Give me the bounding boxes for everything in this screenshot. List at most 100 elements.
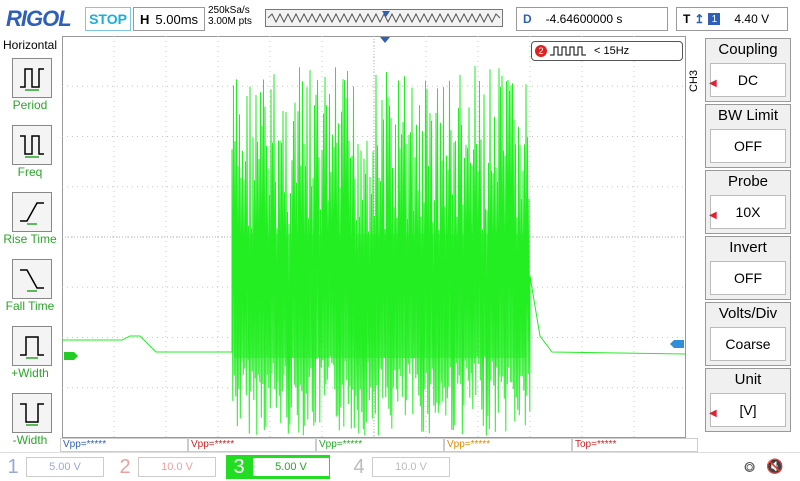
channel-1-number: 1 [7, 455, 19, 478]
unit-title: Unit [734, 371, 762, 388]
trigger-level: 4.40 V [734, 12, 770, 26]
period-label: Period [12, 98, 48, 112]
channel-1-tab[interactable]: 1 5.00 V [0, 455, 104, 479]
bw-limit-value: OFF [710, 129, 786, 163]
status-bar: RIGOL STOP H 5.00ms 250kSa/s 3.00M pts D… [0, 0, 800, 36]
invert-value: OFF [710, 261, 786, 295]
channel-2-number: 2 [119, 455, 131, 478]
measurement-item[interactable]: Top=***** [572, 438, 698, 452]
channel-bar: 1 5.00 V 2 10.0 V 3 5.00 V 4 10.0 V ⭗ 🔇 [0, 452, 800, 481]
fall-time-label: Fall Time [5, 299, 55, 313]
trigger-readout[interactable]: T ↥ 1 4.40 V [676, 7, 788, 31]
volts-div-value-text: Coarse [725, 336, 771, 352]
neg-width-icon [20, 403, 44, 426]
unit-value: ◀ [V] [709, 393, 786, 427]
coupling-title: Coupling [718, 41, 778, 58]
waveform-display[interactable] [62, 36, 687, 438]
delay-key: D [523, 12, 532, 26]
channel-1-scale: 5.00 V [26, 457, 104, 477]
pos-width-icon [20, 336, 44, 359]
channel-4-tab[interactable]: 4 10.0 V [346, 455, 450, 479]
select-arrow-icon: ◀ [709, 408, 717, 419]
memory-waveform-icon [267, 11, 501, 24]
measurement-item[interactable]: Vpp=***** [316, 438, 444, 452]
unit-value-text: [V] [739, 402, 757, 418]
timebase-readout[interactable]: H 5.00ms [133, 7, 205, 31]
invert-menu-item[interactable]: Invert OFF [705, 236, 791, 300]
volts-div-menu-item[interactable]: Volts/Div Coarse [705, 302, 791, 366]
horizontal-measure-menu: Horizontal Period Freq Rise Time Fall Ti… [0, 38, 60, 452]
coupling-value: ◀ DC [709, 63, 786, 97]
pos-width-label: +Width [11, 366, 49, 380]
measurement-item[interactable]: Vpp=***** [60, 438, 188, 452]
channel-menu: Coupling ◀ DC BW Limit OFF Probe ◀ 10X Inv… [700, 38, 800, 452]
menu-title: Horizontal [2, 38, 58, 52]
measurement-text: Vpp=***** [191, 439, 235, 450]
freq-icon [20, 135, 44, 158]
channel-3-number: 3 [233, 455, 245, 478]
measurement-bar: Vpp=***** Vpp=***** Vpp=***** Vpp=***** … [60, 438, 700, 452]
pos-width-button[interactable] [12, 326, 52, 366]
speaker-mute-icon: 🔇 [766, 458, 784, 474]
select-arrow-icon: ◀ [709, 210, 717, 221]
invert-title: Invert [729, 239, 767, 256]
trace-density-band [234, 234, 526, 358]
waveform-canvas [62, 36, 687, 438]
fall-time-button[interactable] [12, 259, 52, 299]
rise-time-label: Rise Time [3, 232, 57, 246]
channel-4-scale: 10.0 V [372, 457, 450, 477]
neg-width-label: -Width [12, 433, 48, 447]
counter-value: < 15Hz [594, 45, 630, 57]
fall-time-icon [20, 269, 44, 292]
invert-value-text: OFF [734, 270, 762, 286]
bw-limit-title: BW Limit [718, 107, 778, 124]
memory-position-bar[interactable] [265, 9, 503, 27]
trigger-time-marker [380, 37, 390, 43]
channel-label: CH3 [688, 69, 700, 92]
probe-title: Probe [727, 173, 769, 190]
probe-value: ◀ 10X [709, 195, 786, 229]
probe-value-text: 10X [735, 204, 761, 220]
brand-logo: RIGOL [6, 6, 72, 31]
pulse-train-icon [550, 46, 586, 56]
rise-time-icon [20, 202, 44, 225]
channel-2-tab[interactable]: 2 10.0 V [112, 455, 216, 479]
measurement-text: Vpp=***** [63, 439, 107, 450]
coupling-menu-item[interactable]: Coupling ◀ DC [705, 38, 791, 102]
ch3-offset-marker [64, 352, 78, 360]
memory-depth: 3.00M pts [208, 16, 252, 27]
rise-time-button[interactable] [12, 192, 52, 232]
timebase-value: 5.00ms [155, 11, 199, 27]
freq-button[interactable] [12, 125, 52, 165]
probe-menu-item[interactable]: Probe ◀ 10X [705, 170, 791, 234]
trigger-key: T [683, 12, 691, 26]
usb-icon: ⭗ [744, 459, 756, 475]
trigger-level-marker [670, 340, 684, 348]
trigger-source: 1 [708, 13, 721, 25]
measurement-text: Top=***** [575, 439, 617, 450]
sample-rate: 250kSa/s [208, 5, 250, 16]
bw-limit-value-text: OFF [734, 138, 762, 154]
timebase-key: H [140, 11, 150, 27]
measurement-item[interactable]: Vpp=***** [444, 438, 572, 452]
unit-menu-item[interactable]: Unit ◀ [V] [705, 368, 791, 432]
period-button[interactable] [12, 58, 52, 98]
frequency-counter-badge: 2 < 15Hz [531, 41, 683, 61]
bw-limit-menu-item[interactable]: BW Limit OFF [705, 104, 791, 168]
volts-div-title: Volts/Div [718, 305, 778, 322]
delay-value: -4.64600000 s [545, 12, 623, 26]
delay-readout[interactable]: D -4.64600000 s [516, 7, 668, 31]
channel-2-scale: 10.0 V [138, 457, 216, 477]
channel-4-number: 4 [353, 455, 365, 478]
channel-3-scale: 5.00 V [252, 457, 330, 477]
measurement-text: Vpp=***** [319, 439, 363, 450]
neg-width-button[interactable] [12, 393, 52, 433]
freq-label: Freq [17, 165, 43, 179]
channel-3-tab[interactable]: 3 5.00 V [226, 455, 330, 479]
sample-readout: 250kSa/s 3.00M pts [208, 5, 252, 27]
run-stop-indicator[interactable]: STOP [85, 7, 131, 31]
measurement-text: Vpp=***** [447, 439, 491, 450]
measurement-item[interactable]: Vpp=***** [188, 438, 316, 452]
coupling-value-text: DC [737, 72, 759, 88]
period-icon [20, 68, 44, 91]
